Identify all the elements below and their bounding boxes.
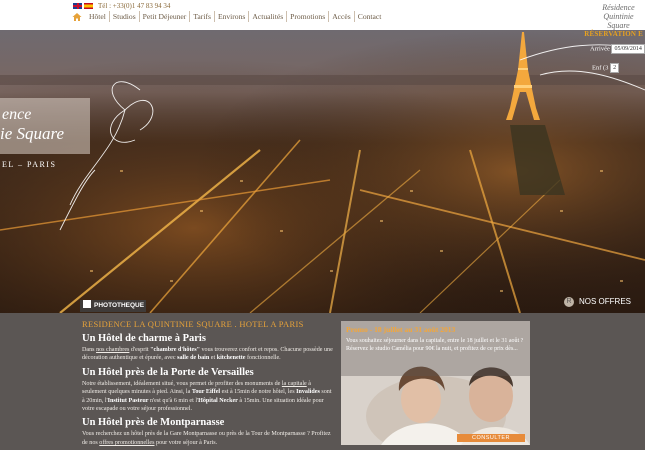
promo-offers-link[interactable]: offres promotionnelles — [99, 440, 154, 446]
top-bar: Tél : +33(0)1 47 83 94 34 Hôtel Studios … — [0, 0, 645, 30]
nav-item-environs[interactable]: Environs — [213, 11, 248, 22]
section-text-montparnasse: Vous recherchez un hôtel près de la Gare… — [82, 431, 331, 446]
nav-item-promotions[interactable]: Promotions — [286, 11, 328, 22]
section-text-versailles: Notre établissement, idéalement situé, v… — [82, 380, 332, 413]
offers-label: NOS OFFRES — [579, 297, 632, 306]
nav-item-actualites[interactable]: Actualités — [248, 11, 286, 22]
phototheque-label: PHOTOTHEQUE — [94, 302, 145, 309]
home-icon[interactable] — [72, 12, 82, 22]
reservation-widget: RÉSERVATION E Arrivée 05/09/2014 Enf (3 … — [582, 30, 645, 90]
hero-brand-overlay: ence ie Square EL – PARIS — [0, 98, 90, 169]
arrival-date-input[interactable]: 05/09/2014 — [611, 44, 645, 54]
logo-line-2: Quintinie Square — [603, 12, 634, 30]
section-text-charme: Dans nos chambres d'esprit "chambre d'hô… — [82, 347, 333, 362]
phone-number: Tél : +33(0)1 47 83 94 34 — [98, 2, 171, 10]
hero-brand-line-1: ence — [2, 106, 32, 123]
language-switcher — [73, 3, 93, 9]
nav-item-hotel[interactable]: Hôtel — [86, 11, 109, 22]
english-flag-icon[interactable] — [73, 3, 82, 9]
section-title-montparnasse: Un Hôtel près de Montparnasse — [82, 417, 225, 429]
site-logo[interactable]: Résidence Quintinie Square — [592, 0, 645, 30]
nav-item-petit-dejeuner[interactable]: Petit Déjeuner — [138, 11, 190, 22]
promo-title[interactable]: Promo - 18 juillet au 31 août 2013 — [346, 325, 455, 334]
reservation-title: RÉSERVATION E — [584, 30, 643, 38]
main-nav: Hôtel Studios Petit Déjeuner Tarifs Envi… — [72, 11, 384, 22]
promo-description: Vous souhaitez séjourner dans la capital… — [346, 338, 524, 352]
offers-tab[interactable]: R NOS OFFRES — [560, 293, 645, 310]
nav-item-acces[interactable]: Accès — [328, 11, 354, 22]
capital-link[interactable]: la capitale — [282, 381, 307, 387]
hero-brand-line-3: EL – PARIS — [2, 160, 57, 169]
nav-item-contact[interactable]: Contact — [353, 11, 385, 22]
hero-banner — [0, 30, 645, 313]
arrival-label: Arrivée — [590, 45, 610, 53]
logo-line-1: Résidence — [602, 3, 635, 12]
phototheque-tab[interactable]: PHOTOTHEQUE — [80, 300, 146, 312]
nav-item-tarifs[interactable]: Tarifs — [189, 11, 214, 22]
content-area: RESIDENCE LA QUINTINIE SQUARE . HOTEL A … — [0, 313, 645, 450]
children-select[interactable]: 2 — [610, 63, 620, 73]
paris-night-photo — [0, 30, 645, 313]
children-row: Enf (3 2 — [592, 63, 620, 73]
promo-card[interactable]: Promo - 18 juillet au 31 août 2013 Vous … — [341, 321, 530, 445]
hero-brand-line-2: ie Square — [0, 124, 65, 143]
children-label: Enf (3 — [592, 64, 609, 72]
page-title: RESIDENCE LA QUINTINIE SQUARE . HOTEL A … — [82, 319, 304, 329]
rooms-link[interactable]: nos chambres — [96, 347, 129, 353]
section-title-versailles: Un Hôtel près de la Porte de Versailles — [82, 366, 254, 378]
nav-item-studios[interactable]: Studios — [108, 11, 139, 22]
photo-icon — [83, 300, 91, 308]
arrival-row: Arrivée 05/09/2014 — [590, 44, 645, 54]
section-title-charme: Un Hôtel de charme à Paris — [82, 333, 206, 344]
main-text: RESIDENCE LA QUINTINIE SQUARE . HOTEL A … — [82, 319, 334, 447]
offers-icon: R — [564, 296, 574, 307]
spanish-flag-icon[interactable] — [84, 3, 93, 9]
consulter-button[interactable]: CONSULTER — [457, 434, 525, 442]
